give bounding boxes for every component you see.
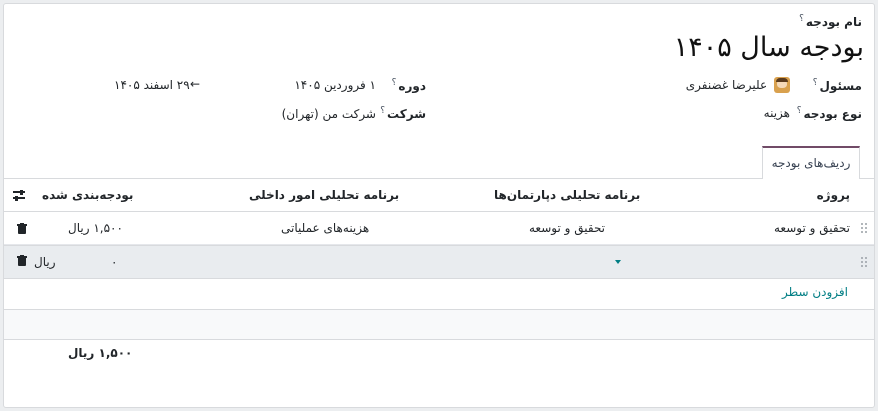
column-header-internal-plan[interactable]: برنامه تحلیلی امور داخلی [249,188,399,202]
help-icon[interactable]: ؟ [799,14,804,24]
total-budgeted: ۱,۵۰۰ ریال [68,346,133,360]
currency-label: ریال [34,255,56,269]
responsible-label: مسئول؟ [812,78,862,93]
help-icon[interactable]: ؟ [813,78,818,88]
chevron-down-icon[interactable] [615,260,621,264]
add-line-link[interactable]: افزودن سطر [782,285,848,299]
cell-budgeted[interactable]: ۱,۵۰۰ ریال [68,221,123,235]
period-end-date[interactable]: ۲۹ اسفند ۱۴۰۵ [114,78,190,92]
user-avatar [774,77,790,93]
budget-type-value[interactable]: هزینه [764,106,790,120]
help-icon[interactable]: ؟ [380,106,385,116]
table-row[interactable]: تحقیق و توسعه تحقیق و توسعه هزینه‌های عم… [4,212,874,245]
budget-name-label: نام بودجه؟ [799,14,862,29]
cell-dept-plan[interactable]: تحقیق و توسعه [529,221,605,235]
help-icon[interactable]: ؟ [797,106,802,116]
column-header-project[interactable]: پروژه [817,188,850,202]
trash-icon[interactable] [17,223,27,234]
company-label: شرکت؟ [380,106,426,121]
optional-columns-icon[interactable] [13,190,25,201]
table-row-editing[interactable]: ۰ ریال [4,245,874,279]
budgeted-amount-input[interactable]: ۰ [111,255,117,269]
trash-icon[interactable] [17,255,27,266]
responsible-field[interactable]: علیرضا غضنفری [686,77,790,93]
budget-form-sheet: نام بودجه؟ بودجه سال ۱۴۰۵ مسئول؟ علیرضا … [3,3,875,408]
help-icon[interactable]: ؟ [392,78,397,88]
period-label: دوره؟ [391,78,426,93]
period-start-date[interactable]: ۱ فروردین ۱۴۰۵ [294,78,376,92]
company-value[interactable]: شرکت من (تهران) [282,107,376,121]
table-header: پروژه برنامه تحلیلی دپارتمان‌ها برنامه ت… [4,179,874,212]
drag-handle-icon[interactable] [861,257,868,268]
cell-project[interactable]: تحقیق و توسعه [774,221,850,235]
cell-internal-plan[interactable]: هزینه‌های عملیاتی [281,221,369,235]
budget-type-label: نوع بودجه؟ [796,106,862,121]
responsible-value: علیرضا غضنفری [685,77,768,92]
empty-row [4,309,874,340]
column-header-budgeted[interactable]: بودجه‌بندی شده [42,188,133,202]
budget-title-input[interactable]: بودجه سال ۱۴۰۵ [674,32,864,63]
drag-handle-icon[interactable] [861,223,868,234]
column-header-dept-plan[interactable]: برنامه تحلیلی دپارتمان‌ها [494,188,640,202]
arrow-left-icon: ← [190,77,201,91]
tab-budget-lines[interactable]: ردیف‌های بودجه [762,146,860,179]
